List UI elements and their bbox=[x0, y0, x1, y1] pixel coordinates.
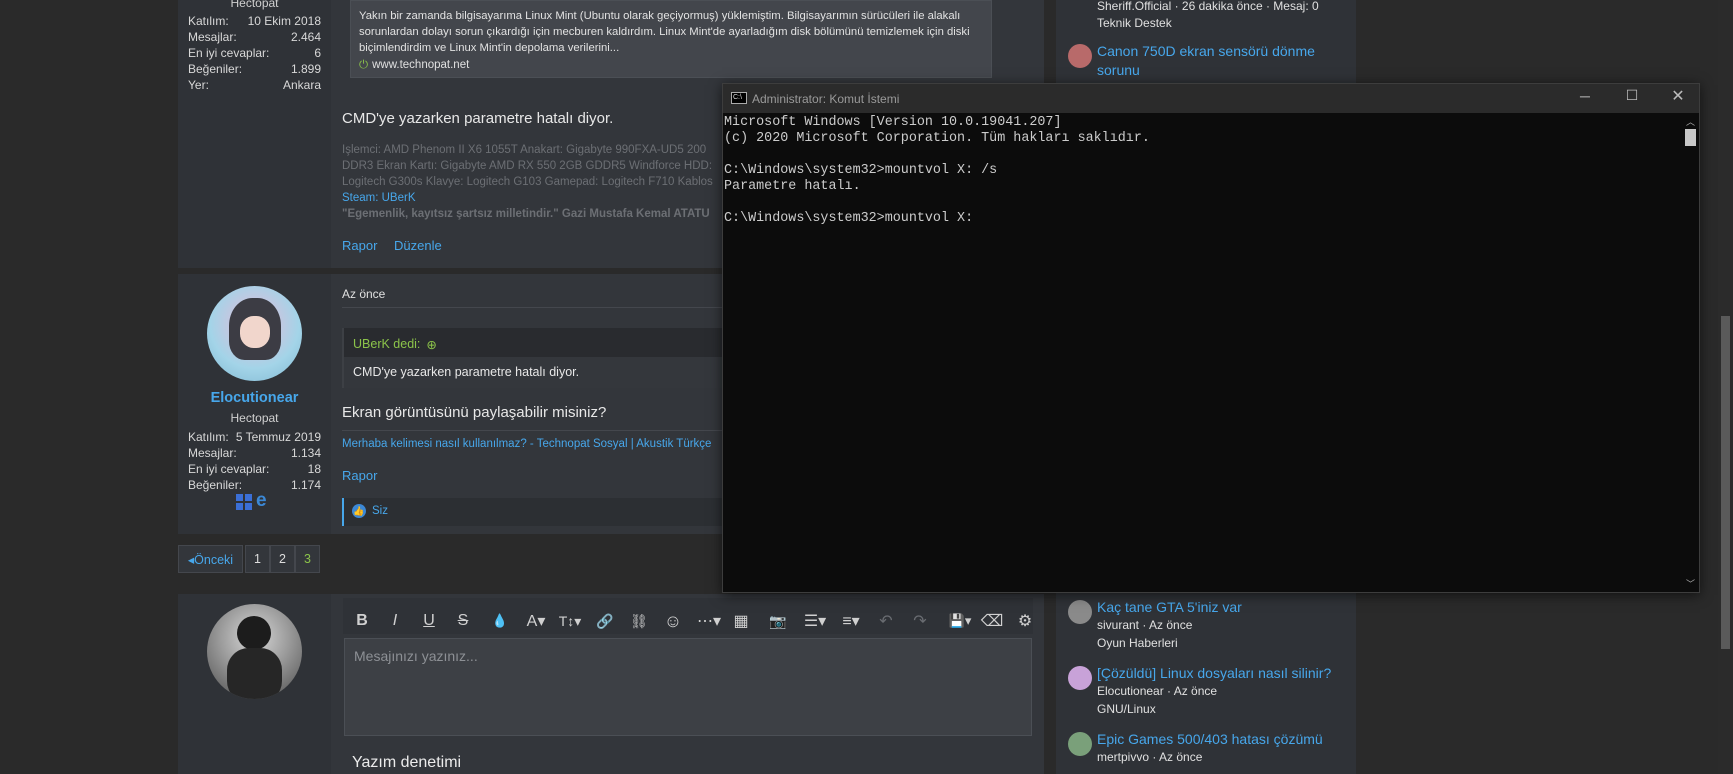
color-drop-icon[interactable]: 💧 bbox=[486, 610, 514, 632]
user-stat-row: En iyi cevaplar: 18 bbox=[188, 462, 321, 476]
power-icon: ⏻ bbox=[359, 59, 369, 71]
sidebar-item-title[interactable]: Kaç tane GTA 5'iniz var bbox=[1097, 598, 1352, 617]
avatar[interactable] bbox=[207, 604, 302, 699]
sidebar-item-meta: Sheriff.Official · 26 dakika önce · Mesa… bbox=[1097, 0, 1319, 13]
unlink-icon[interactable]: ⛓ bbox=[625, 610, 653, 632]
sidebar-item-meta: Elocutionear · Az önce bbox=[1097, 684, 1218, 698]
chevron-down-icon[interactable]: ﹀ bbox=[1684, 577, 1697, 589]
avatar bbox=[1068, 44, 1092, 68]
list-icon[interactable]: ☰▾ bbox=[799, 610, 831, 632]
sidebar-item-meta: mertpivvo · Az önce bbox=[1097, 750, 1203, 764]
edge-icon: e bbox=[256, 490, 267, 511]
link-preview-site[interactable]: ⏻ www.technopat.net bbox=[359, 59, 469, 72]
page-button[interactable]: 1 bbox=[245, 545, 270, 573]
post-body: CMD'ye yazarken parametre hatalı diyor. bbox=[342, 110, 614, 127]
user-role: Hectopat bbox=[230, 0, 279, 10]
avatar-helmet bbox=[237, 616, 271, 650]
user-stat-row: Mesajlar: 1.134 bbox=[188, 446, 321, 460]
bold-icon[interactable]: B bbox=[348, 610, 376, 632]
steam-link[interactable]: Steam: UBerK bbox=[342, 192, 416, 204]
quote-text: CMD'ye yazarken parametre hatalı diyor. bbox=[353, 365, 580, 379]
page-scrollbar[interactable] bbox=[1718, 0, 1733, 774]
user-role: Hectopat bbox=[230, 411, 279, 425]
windows-icon bbox=[236, 494, 252, 510]
post-body: Ekran görüntüsünü paylaşabilir misiniz? bbox=[342, 404, 607, 421]
sidebar-item-title[interactable]: Canon 750D ekran sensörü dönme sorunu bbox=[1097, 42, 1352, 80]
sidebar-item-forum[interactable]: Oyun Haberleri bbox=[1097, 636, 1178, 650]
strikethrough-icon[interactable]: S bbox=[449, 610, 477, 632]
sidebar-item-title[interactable]: Epic Games 500/403 hatası çözümü bbox=[1097, 730, 1352, 749]
likes-text[interactable]: Siz bbox=[372, 505, 388, 517]
user-stat-row: Mesajlar: 2.464 bbox=[188, 30, 321, 44]
sidebar-item-title[interactable]: [Çözüldü] Linux dosyaları nasıl silinir? bbox=[1097, 664, 1352, 683]
save-draft-icon[interactable]: 💾▾ bbox=[944, 610, 976, 632]
chevron-up-icon[interactable]: ︿ bbox=[1684, 115, 1697, 127]
avatar bbox=[1068, 600, 1092, 624]
prev-page-button[interactable]: ◂Önceki bbox=[178, 545, 243, 573]
sidebar-item-forum[interactable]: Teknik Destek bbox=[1097, 16, 1172, 30]
report-link[interactable]: Rapor bbox=[342, 238, 377, 253]
close-icon[interactable]: ✕ bbox=[1664, 86, 1692, 106]
cmd-titlebar[interactable]: C:\ Administrator: Komut İstemi ─ ☐ ✕ bbox=[723, 84, 1699, 113]
link-preview[interactable]: Yakın bir zamanda bilgisayarıma Linux Mi… bbox=[350, 0, 992, 78]
font-family-icon[interactable]: A▾ bbox=[520, 610, 552, 632]
user-stat-row: Katılım: 5 Temmuz 2019 bbox=[188, 430, 321, 444]
undo-icon[interactable]: ↶ bbox=[872, 610, 900, 632]
page-button[interactable]: 2 bbox=[270, 545, 295, 573]
camera-icon[interactable]: 📷 bbox=[764, 610, 792, 632]
cmd-output[interactable]: Microsoft Windows [Version 10.0.19041.20… bbox=[724, 115, 1150, 227]
reply-user-panel bbox=[178, 594, 331, 774]
like-icon: 👍 bbox=[352, 504, 366, 518]
avatar[interactable] bbox=[207, 286, 302, 381]
cmd-window[interactable]: C:\ Administrator: Komut İstemi ─ ☐ ✕ Mi… bbox=[722, 83, 1700, 593]
cmd-scrollbar-thumb[interactable] bbox=[1685, 129, 1696, 146]
spellcheck-label: Yazım denetimi bbox=[352, 754, 462, 771]
message-input[interactable]: Mesajınızı yazınız... bbox=[344, 638, 1032, 736]
cmd-app-icon: C:\ bbox=[731, 92, 747, 104]
cmd-scrollbar[interactable]: ︿ ﹀ bbox=[1682, 113, 1699, 592]
avatar bbox=[1068, 666, 1092, 690]
smiley-icon[interactable]: ☺ bbox=[659, 610, 687, 632]
user-stat-row: Yer: Ankara bbox=[188, 78, 321, 92]
font-size-icon[interactable]: T↕▾ bbox=[553, 610, 587, 632]
username[interactable]: Elocutionear bbox=[178, 390, 331, 406]
pagination: 1 2 3 bbox=[245, 545, 320, 573]
eraser-icon[interactable]: ⌫ bbox=[978, 610, 1006, 632]
sidebar-item-meta: sivurant · Az önce bbox=[1097, 618, 1193, 632]
edit-link[interactable]: Düzenle bbox=[394, 238, 442, 253]
user-stat-row: En iyi cevaplar: 6 bbox=[188, 46, 321, 60]
user-panel-2: Elocutionear Hectopat Katılım: 5 Temmuz 2… bbox=[178, 274, 331, 534]
post-time[interactable]: Az önce bbox=[342, 287, 385, 301]
redo-icon[interactable]: ↷ bbox=[906, 610, 934, 632]
avatar-face bbox=[240, 316, 270, 348]
italic-icon[interactable]: I bbox=[381, 610, 409, 632]
avatar bbox=[1068, 732, 1092, 756]
message-placeholder: Mesajınızı yazınız... bbox=[354, 648, 478, 664]
link-icon[interactable]: 🔗 bbox=[591, 610, 619, 632]
avatar-body bbox=[227, 648, 282, 699]
cmd-title: Administrator: Komut İstemi bbox=[752, 92, 900, 106]
more-options-icon[interactable]: ⋯▾ bbox=[693, 610, 725, 632]
sidebar-item-forum[interactable]: GNU/Linux bbox=[1097, 702, 1156, 716]
arrow-up-icon: ⊕ bbox=[426, 338, 437, 352]
user-stat-row: Katılım: 10 Ekim 2018 bbox=[188, 14, 321, 28]
minimize-icon[interactable]: ─ bbox=[1571, 88, 1599, 108]
link-preview-text: Yakın bir zamanda bilgisayarıma Linux Mi… bbox=[359, 10, 970, 54]
maximize-icon[interactable]: ☐ bbox=[1618, 87, 1646, 107]
page-button-current[interactable]: 3 bbox=[295, 545, 320, 573]
underline-icon[interactable]: U bbox=[415, 610, 443, 632]
report-link[interactable]: Rapor bbox=[342, 468, 377, 483]
user-stat-row: Beğeniler: 1.899 bbox=[188, 62, 321, 76]
user-stat-row: Beğeniler: 1.174 bbox=[188, 478, 321, 492]
quote-author[interactable]: UBerK dedi: ⊕ bbox=[353, 337, 437, 352]
align-icon[interactable]: ≡▾ bbox=[835, 610, 867, 632]
user-panel-1: Hectopat Katılım: 10 Ekim 2018 Mesajlar: 2… bbox=[178, 0, 331, 268]
settings-gear-icon[interactable]: ⚙ bbox=[1011, 610, 1039, 632]
table-icon[interactable]: ▦ bbox=[727, 610, 755, 632]
page-scrollbar-thumb[interactable] bbox=[1721, 316, 1730, 649]
